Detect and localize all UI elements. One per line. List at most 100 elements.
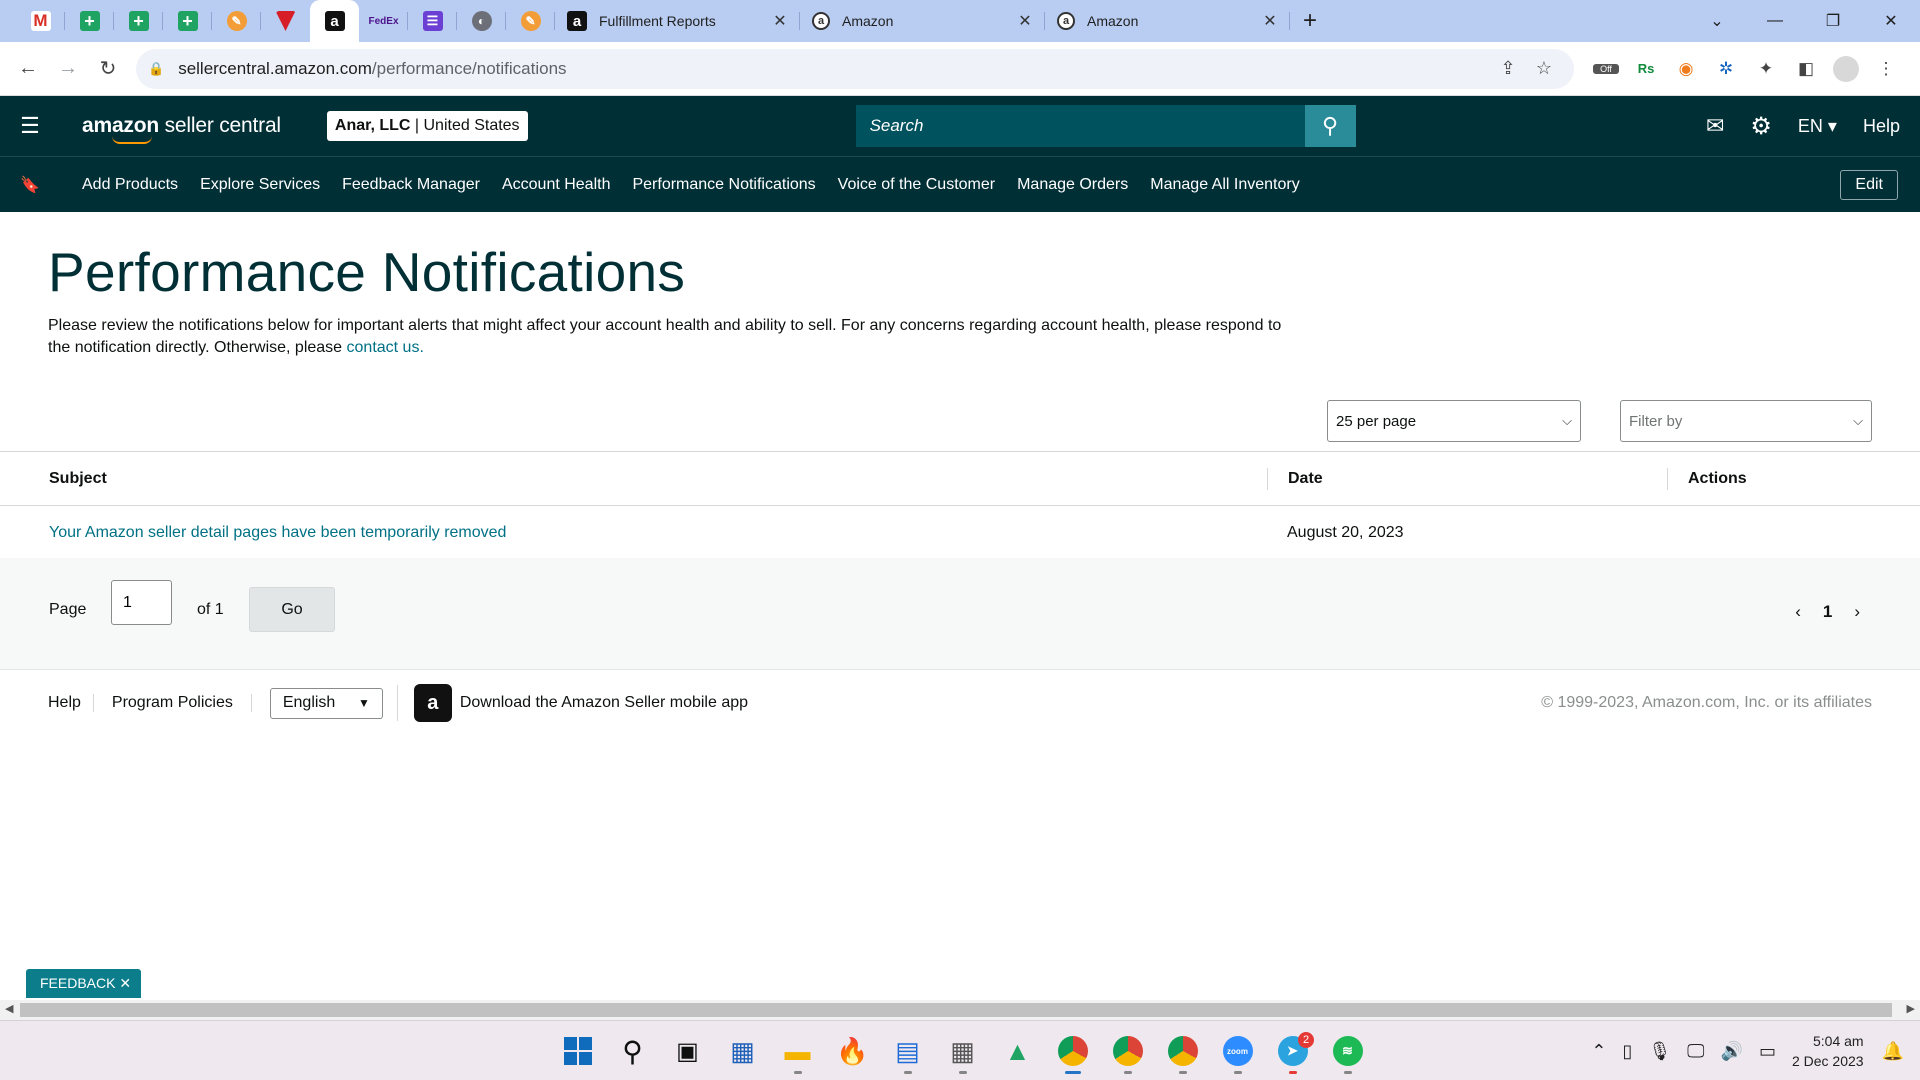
edit-nav-button[interactable]: Edit: [1840, 169, 1898, 200]
feedback-button[interactable]: FEEDBACK ✕: [26, 969, 142, 998]
account-switcher[interactable]: Anar, LLC | United States: [326, 111, 528, 141]
share-icon[interactable]: ⇪: [1490, 58, 1526, 79]
taskbar-search-button[interactable]: ⚲: [605, 1026, 660, 1076]
window-close-icon[interactable]: ✕: [1862, 11, 1920, 31]
start-button[interactable]: [550, 1026, 605, 1076]
minimize-icon[interactable]: —: [1746, 12, 1804, 30]
chevron-left-icon[interactable]: ‹: [1795, 602, 1801, 622]
taskbar-chrome-3[interactable]: [1155, 1026, 1210, 1076]
language-selector[interactable]: EN ▾: [1798, 116, 1837, 137]
scroll-right-icon[interactable]: ▶: [1907, 1002, 1915, 1015]
chevron-right-icon[interactable]: ›: [1854, 602, 1860, 622]
nav-link-performance-notifications[interactable]: Performance Notifications: [632, 176, 815, 194]
bookmark-icon[interactable]: 🔖: [0, 175, 60, 195]
usb-icon[interactable]: ▯: [1622, 1041, 1632, 1062]
chevron-up-icon[interactable]: ⌃: [1591, 1041, 1606, 1062]
taskbar-chrome-2[interactable]: [1100, 1026, 1155, 1076]
search-button[interactable]: ⚲: [1304, 105, 1356, 147]
taskbar-zoom[interactable]: zoom: [1210, 1026, 1265, 1076]
taskbar-spotify[interactable]: ≋: [1320, 1026, 1375, 1076]
taskbar-flame-app[interactable]: 🔥: [825, 1026, 880, 1076]
per-page-select[interactable]: 25 per page ⌵: [1327, 400, 1581, 442]
tab-search-chevron-icon[interactable]: ⌄: [1688, 11, 1746, 31]
download-app-link[interactable]: Download the Amazon Seller mobile app: [460, 694, 748, 712]
tab-amazon[interactable]: a Amazon ✕: [800, 0, 1045, 42]
puzzle-icon[interactable]: ✦: [1746, 59, 1786, 79]
pinned-tab-sheets[interactable]: +: [114, 0, 163, 42]
go-button[interactable]: Go: [249, 587, 335, 632]
clock[interactable]: 5:04 am 2 Dec 2023: [1792, 1031, 1864, 1071]
microphone-icon[interactable]: 🎙: [1648, 1041, 1671, 1062]
notification-bell-icon[interactable]: 🔔: [1882, 1041, 1904, 1062]
pinned-tab-globe[interactable]: ◐: [457, 0, 506, 42]
taskbar-task-view[interactable]: ▣: [660, 1026, 715, 1076]
taskbar-chrome-1[interactable]: [1045, 1026, 1100, 1076]
extension-off-icon[interactable]: Off: [1593, 63, 1619, 74]
contact-us-link[interactable]: contact us.: [347, 339, 424, 356]
taskbar-google-drive[interactable]: ▲: [990, 1026, 1045, 1076]
extension-rs-icon[interactable]: Rs: [1626, 61, 1666, 76]
hamburger-menu-icon[interactable]: ☰: [0, 113, 60, 139]
taskbar-telegram[interactable]: ➤ 2: [1265, 1026, 1320, 1076]
back-icon[interactable]: ←: [8, 49, 48, 89]
scrollbar-thumb[interactable]: [20, 1003, 1892, 1017]
close-icon[interactable]: ✕: [1015, 11, 1035, 31]
help-link[interactable]: Help: [1863, 116, 1900, 137]
nav-link-explore-services[interactable]: Explore Services: [200, 176, 320, 194]
current-page-number[interactable]: 1: [1823, 602, 1832, 622]
extension-blue-icon[interactable]: ✲: [1706, 59, 1746, 79]
pinned-tab-list[interactable]: ☰: [408, 0, 457, 42]
pinned-tab-amazon-active[interactable]: a: [310, 0, 359, 42]
taskbar-file-explorer[interactable]: ▬: [770, 1026, 825, 1076]
tab-fulfillment-reports[interactable]: a Fulfillment Reports ✕: [555, 0, 800, 42]
gear-icon[interactable]: ⚙: [1750, 112, 1772, 141]
lock-icon[interactable]: 🔒: [148, 61, 164, 77]
pinned-tab-gmail[interactable]: M: [16, 0, 65, 42]
close-icon[interactable]: ✕: [1260, 11, 1280, 31]
nav-link-voice-of-customer[interactable]: Voice of the Customer: [838, 176, 995, 194]
horizontal-scrollbar[interactable]: ◀ ▶: [0, 1000, 1920, 1020]
network-icon[interactable]: 🖵: [1687, 1041, 1704, 1062]
tab-amazon[interactable]: a Amazon ✕: [1045, 0, 1290, 42]
star-icon[interactable]: ☆: [1526, 58, 1562, 79]
page-number-input[interactable]: [111, 580, 172, 625]
forward-icon[interactable]: →: [48, 49, 88, 89]
pinned-tab-shield[interactable]: [261, 0, 310, 42]
kebab-menu-icon[interactable]: ⋮: [1866, 59, 1906, 79]
close-icon[interactable]: ✕: [119, 975, 131, 991]
restore-icon[interactable]: ❐: [1804, 11, 1862, 31]
battery-icon[interactable]: ▭: [1759, 1041, 1776, 1062]
close-icon[interactable]: ✕: [770, 11, 790, 31]
footer-policies-link[interactable]: Program Policies: [112, 694, 252, 712]
url-text[interactable]: sellercentral.amazon.com/performance/not…: [178, 59, 1490, 79]
volume-icon[interactable]: 🔊: [1721, 1041, 1743, 1062]
pinned-tab-fedex[interactable]: FedEx: [359, 0, 408, 42]
filter-select[interactable]: Filter by ⌵: [1620, 400, 1872, 442]
nav-link-manage-orders[interactable]: Manage Orders: [1017, 176, 1128, 194]
taskbar-notepad[interactable]: ▤: [880, 1026, 935, 1076]
taskbar-store[interactable]: ▦: [715, 1026, 770, 1076]
pinned-tab-pencil[interactable]: ✎: [212, 0, 261, 42]
reload-icon[interactable]: ↻: [88, 49, 128, 89]
footer-help-link[interactable]: Help: [48, 694, 94, 712]
search-input[interactable]: [855, 105, 1305, 147]
address-bar[interactable]: 🔒 sellercentral.amazon.com/performance/n…: [136, 48, 1574, 89]
nav-link-manage-inventory[interactable]: Manage All Inventory: [1150, 176, 1299, 194]
pinned-tab-sheets[interactable]: +: [65, 0, 114, 42]
pinned-tab-pencil[interactable]: ✎: [506, 0, 555, 42]
amazon-app-icon[interactable]: a: [413, 684, 452, 722]
nav-link-feedback-manager[interactable]: Feedback Manager: [342, 176, 480, 194]
nav-link-account-health[interactable]: Account Health: [502, 176, 611, 194]
sidepanel-icon[interactable]: ◧: [1786, 59, 1826, 79]
nav-link-add-products[interactable]: Add Products: [82, 176, 178, 194]
extension-orange-icon[interactable]: ◉: [1666, 59, 1706, 79]
scroll-left-icon[interactable]: ◀: [5, 1002, 13, 1015]
taskbar-calculator[interactable]: ▦: [935, 1026, 990, 1076]
pinned-tab-sheets[interactable]: +: [163, 0, 212, 42]
profile-avatar[interactable]: [1833, 55, 1859, 82]
mail-icon[interactable]: ✉: [1706, 113, 1724, 139]
footer-language-select[interactable]: English ▼: [269, 687, 383, 719]
new-tab-button[interactable]: +: [1290, 0, 1330, 42]
notification-subject-link[interactable]: Your Amazon seller detail pages have bee…: [49, 524, 506, 541]
seller-central-logo[interactable]: amazon seller central: [82, 114, 281, 144]
